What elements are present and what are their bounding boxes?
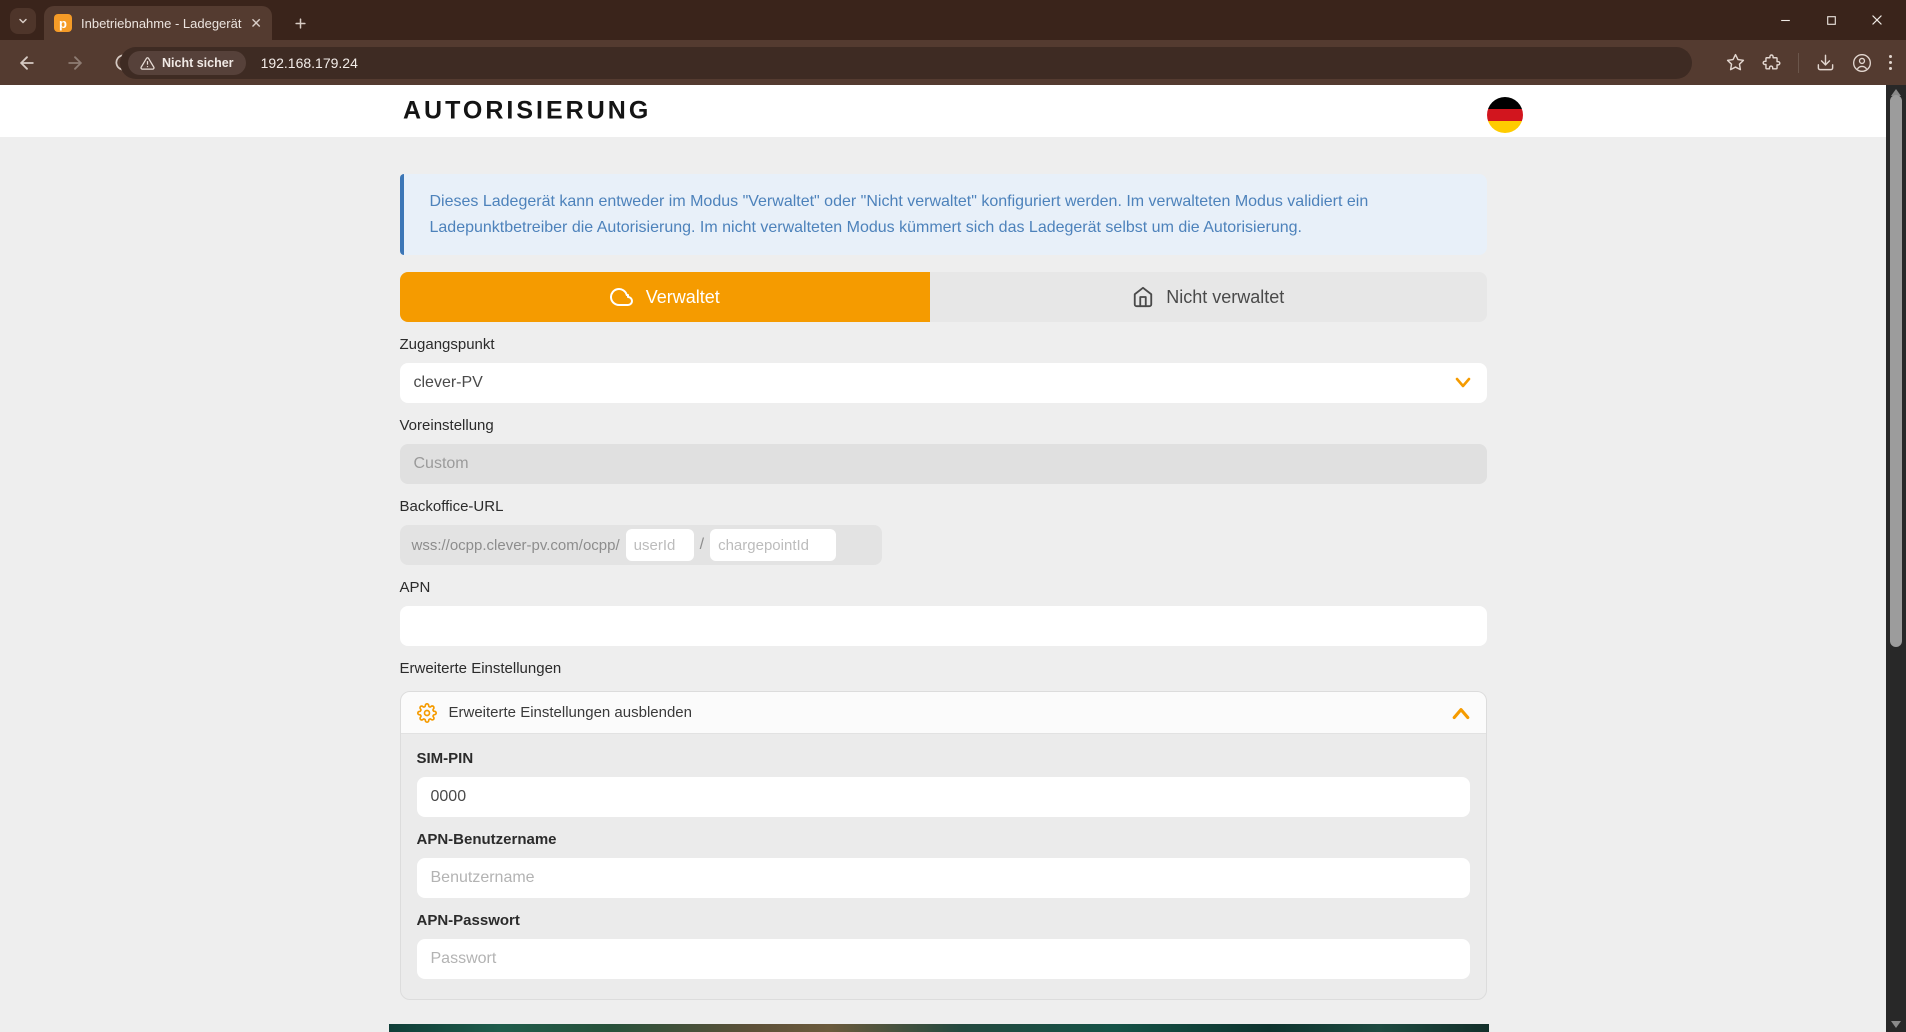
tab-nicht-verwaltet-label: Nicht verwaltet <box>1166 287 1284 308</box>
chevron-down-icon <box>1455 376 1471 390</box>
new-tab-button[interactable] <box>286 9 314 37</box>
browser-titlebar: p Inbetriebnahme - Ladegerät ✕ <box>0 0 1906 40</box>
maximize-icon <box>1825 14 1838 27</box>
chevron-down-icon <box>17 15 29 27</box>
tab-verwaltet[interactable]: Verwaltet <box>400 272 930 322</box>
minimize-button[interactable] <box>1762 0 1808 40</box>
zugangspunkt-label: Zugangspunkt <box>400 336 1487 353</box>
address-bar[interactable]: Nicht sicher 192.168.179.24 <box>120 47 1692 79</box>
minimize-icon <box>1779 14 1792 27</box>
apn-passwort-input[interactable] <box>417 939 1470 979</box>
bookmark-star-icon[interactable] <box>1726 53 1745 72</box>
zugangspunkt-select[interactable]: clever-PV <box>400 363 1487 403</box>
warning-triangle-icon <box>140 56 155 71</box>
voreinstellung-field: Custom <box>400 444 1487 484</box>
download-icon[interactable] <box>1816 53 1835 72</box>
tab-search-button[interactable] <box>10 8 36 34</box>
tab-verwaltet-label: Verwaltet <box>646 287 720 308</box>
tab-nicht-verwaltet[interactable]: Nicht verwaltet <box>930 272 1487 322</box>
sim-pin-input[interactable] <box>417 777 1470 817</box>
close-icon <box>1870 13 1884 27</box>
back-button[interactable] <box>10 46 44 80</box>
advanced-settings-card: Erweiterte Einstellungen ausblenden SIM-… <box>400 691 1487 1000</box>
toolbar-divider <box>1798 53 1799 73</box>
page-viewport: AUTORISIERUNG Dieses Ladegerät kann entw… <box>0 85 1886 1032</box>
advanced-toggle-label: Erweiterte Einstellungen ausblenden <box>449 704 1440 721</box>
voreinstellung-value: Custom <box>414 455 469 473</box>
tab-close-icon[interactable]: ✕ <box>250 15 262 32</box>
security-label: Nicht sicher <box>162 56 234 70</box>
tab-title: Inbetriebnahme - Ladegerät <box>81 16 242 31</box>
favicon-icon: p <box>54 14 72 32</box>
apn-input[interactable] <box>400 606 1487 646</box>
apn-benutzername-input[interactable] <box>417 858 1470 898</box>
gear-icon <box>417 703 437 723</box>
browser-toolbar: Nicht sicher 192.168.179.24 <box>0 40 1906 85</box>
info-text: Dieses Ladegerät kann entweder im Modus … <box>430 193 1369 236</box>
profile-avatar-icon[interactable] <box>1852 53 1872 73</box>
vertical-scrollbar[interactable] <box>1886 85 1906 1032</box>
footer-image-strip <box>389 1024 1489 1032</box>
url-separator: / <box>700 536 704 554</box>
zugangspunkt-value: clever-PV <box>414 374 483 392</box>
backoffice-url-label: Backoffice-URL <box>400 498 1487 515</box>
apn-passwort-label: APN-Passwort <box>417 912 1470 929</box>
screenshot-root: p Inbetriebnahme - Ladegerät ✕ <box>0 0 1906 1032</box>
forward-button[interactable] <box>58 46 92 80</box>
extensions-puzzle-icon[interactable] <box>1762 53 1781 72</box>
german-flag-icon[interactable] <box>1487 97 1523 133</box>
scrollbar-down-arrow[interactable] <box>1891 1021 1901 1028</box>
voreinstellung-label: Voreinstellung <box>400 417 1487 434</box>
home-icon <box>1132 286 1154 308</box>
url-text[interactable]: 192.168.179.24 <box>261 55 358 71</box>
info-box: Dieses Ladegerät kann entweder im Modus … <box>400 174 1487 255</box>
maximize-button[interactable] <box>1808 0 1854 40</box>
cloud-icon <box>610 285 634 309</box>
page-header: AUTORISIERUNG <box>0 85 1886 137</box>
scrollbar-thumb[interactable] <box>1890 95 1902 647</box>
chevron-up-icon <box>1452 706 1470 720</box>
userid-input[interactable] <box>626 529 694 561</box>
chargepointid-input[interactable] <box>710 529 836 561</box>
close-window-button[interactable] <box>1854 0 1900 40</box>
sim-pin-label: SIM-PIN <box>417 750 1470 767</box>
advanced-section-label: Erweiterte Einstellungen <box>400 660 1487 677</box>
apn-label: APN <box>400 579 1487 596</box>
backoffice-url-field: wss://ocpp.clever-pv.com/ocpp/ / <box>400 525 882 565</box>
page-title: AUTORISIERUNG <box>403 97 651 126</box>
back-arrow-icon <box>17 53 37 73</box>
security-chip[interactable]: Nicht sicher <box>128 51 246 75</box>
browser-tab[interactable]: p Inbetriebnahme - Ladegerät ✕ <box>44 6 272 40</box>
backoffice-url-prefix: wss://ocpp.clever-pv.com/ocpp/ <box>412 537 620 554</box>
advanced-settings-toggle[interactable]: Erweiterte Einstellungen ausblenden <box>401 692 1486 734</box>
forward-arrow-icon <box>65 53 85 73</box>
mode-segmented-control: Verwaltet Nicht verwaltet <box>400 272 1487 322</box>
apn-benutzername-label: APN-Benutzername <box>417 831 1470 848</box>
menu-kebab-icon[interactable] <box>1889 55 1892 70</box>
plus-icon <box>293 16 308 31</box>
window-controls <box>1762 0 1900 40</box>
